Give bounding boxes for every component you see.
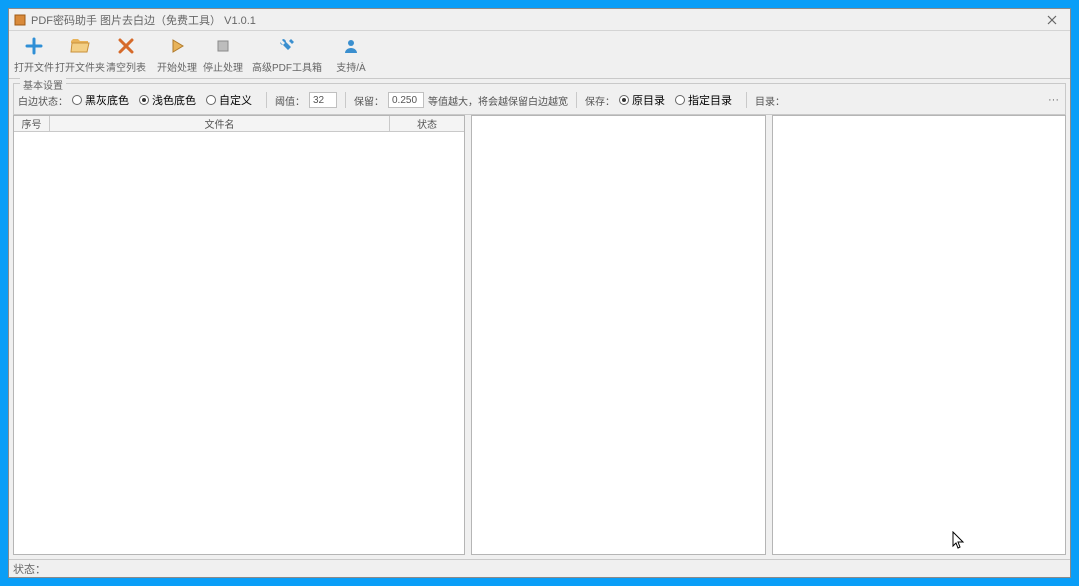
browse-more-button[interactable]: ··· [1048,94,1059,106]
file-list-panel: 序号 文件名 状态 [13,115,465,555]
col-status[interactable]: 状态 [390,116,464,131]
radio-light-bg-label: 浅色底色 [152,92,196,108]
options-row: 白边状态： 黑灰底色 浅色底色 自定义 阈值： 32 保留： 0. [18,90,1061,110]
add-folder-button[interactable]: 打开文件夹 [57,31,103,78]
radio-dot-icon [206,95,216,105]
person-icon [340,35,362,57]
options-legend: 基本设置 [20,77,66,92]
start-button[interactable]: 开始处理 [154,31,200,78]
threshold-input[interactable]: 32 [309,92,337,108]
advanced-tools-button[interactable]: 高级PDF工具箱 [251,31,323,78]
col-index[interactable]: 序号 [14,116,50,131]
add-folder-label: 打开文件夹 [55,59,105,74]
tools-icon [276,35,298,57]
titlebar: PDF密码助手 图片去白边（免费工具） V1.0.1 [9,9,1070,31]
clear-all-label: 清空列表 [106,59,146,74]
radio-dot-selected-icon [619,95,629,105]
clear-all-button[interactable]: 清空列表 [103,31,149,78]
col-filename[interactable]: 文件名 [50,116,390,131]
desktop-background: PDF密码助手 图片去白边（免费工具） V1.0.1 打开文件 打开文件夹 [0,0,1079,586]
status-bar: 状态： [9,559,1070,577]
work-area: 序号 文件名 状态 [9,115,1070,559]
radio-dark-bg-label: 黑灰底色 [85,92,129,108]
folder-open-icon [69,35,91,57]
option-separator [266,92,267,108]
status-label: 状态： [13,561,46,577]
radio-dark-bg[interactable]: 黑灰底色 [72,92,129,108]
margin-note: 等值越大，将会越保留白边越宽 [428,93,568,108]
stop-label: 停止处理 [203,59,243,74]
app-window: PDF密码助手 图片去白边（免费工具） V1.0.1 打开文件 打开文件夹 [8,8,1071,578]
radio-custom[interactable]: 自定义 [206,92,252,108]
radio-specify-dir-label: 指定目录 [688,92,732,108]
support-label: 支持/À [336,59,365,74]
plus-icon [23,35,45,57]
radio-specify-dir[interactable]: 指定目录 [675,92,732,108]
margin-label: 保留： [354,93,384,108]
threshold-label: 阈值： [275,93,305,108]
play-icon [166,35,188,57]
option-separator [746,92,747,108]
add-file-label: 打开文件 [14,59,54,74]
preview-before-panel [471,115,766,555]
add-file-button[interactable]: 打开文件 [11,31,57,78]
radio-same-dir[interactable]: 原目录 [619,92,665,108]
options-fieldset: 基本设置 白边状态： 黑灰底色 浅色底色 自定义 阈值： 32 [13,83,1066,115]
stop-icon [212,35,234,57]
support-button[interactable]: 支持/À [328,31,374,78]
option-separator [345,92,346,108]
advanced-tools-label: 高级PDF工具箱 [252,59,322,74]
whitemode-label: 白边状态： [18,93,68,108]
table-body[interactable] [14,132,464,554]
radio-dot-icon [675,95,685,105]
radio-light-bg[interactable]: 浅色底色 [139,92,196,108]
option-separator [576,92,577,108]
window-close-button[interactable] [1038,11,1066,29]
stop-button[interactable]: 停止处理 [200,31,246,78]
radio-dot-selected-icon [139,95,149,105]
radio-custom-label: 自定义 [219,92,252,108]
start-label: 开始处理 [157,59,197,74]
dir-label: 目录： [755,93,785,108]
radio-same-dir-label: 原目录 [632,92,665,108]
output-label: 保存： [585,93,615,108]
radio-dot-icon [72,95,82,105]
preview-after-panel [772,115,1067,555]
clear-icon [115,35,137,57]
window-title: PDF密码助手 图片去白边（免费工具） V1.0.1 [31,12,1038,28]
margin-input[interactable]: 0.250 [388,92,424,108]
app-icon [13,13,27,27]
toolbar: 打开文件 打开文件夹 清空列表 [9,31,1070,79]
table-header: 序号 文件名 状态 [14,116,464,132]
